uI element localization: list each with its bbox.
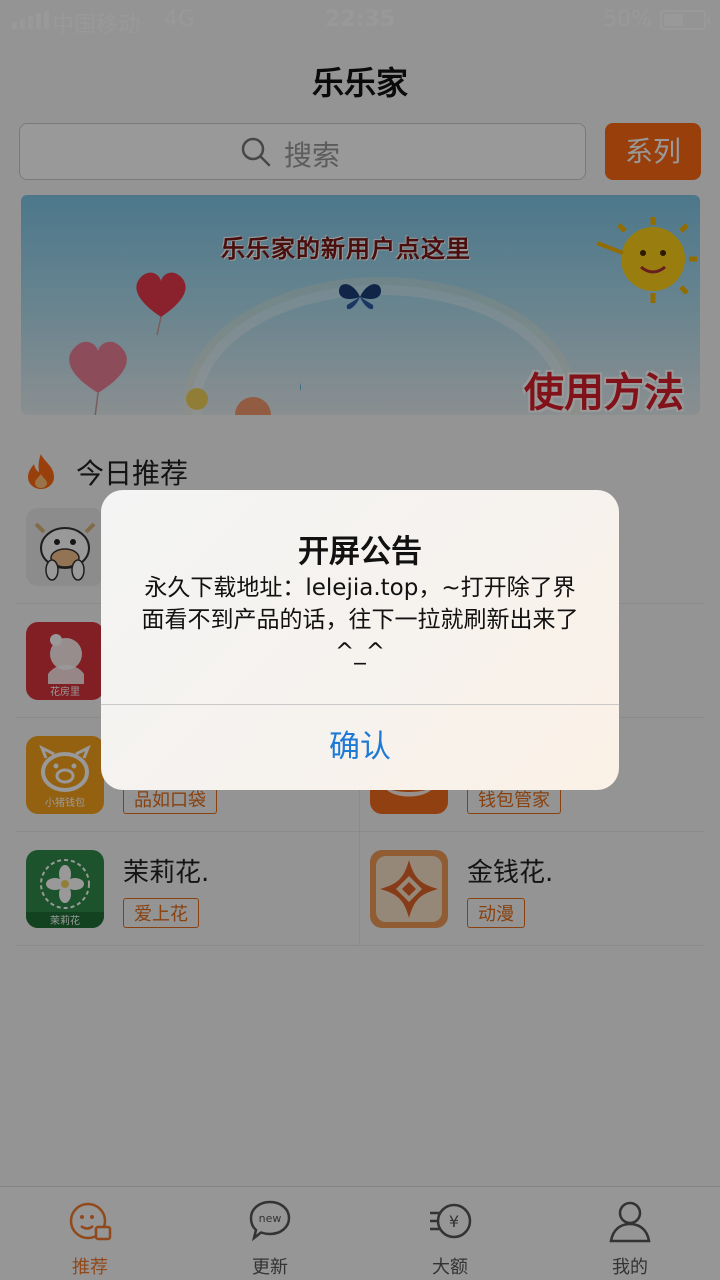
dialog-title: 开屏公告 bbox=[298, 534, 422, 570]
confirm-button[interactable]: 确认 bbox=[101, 705, 619, 790]
dialog-message: 永久下载地址：lelejia.top，~打开除了界面看不到产品的话，往下一拉就刷… bbox=[141, 575, 579, 665]
announcement-dialog: 开屏公告 永久下载地址：lelejia.top，~打开除了界面看不到产品的话，往… bbox=[101, 490, 619, 790]
